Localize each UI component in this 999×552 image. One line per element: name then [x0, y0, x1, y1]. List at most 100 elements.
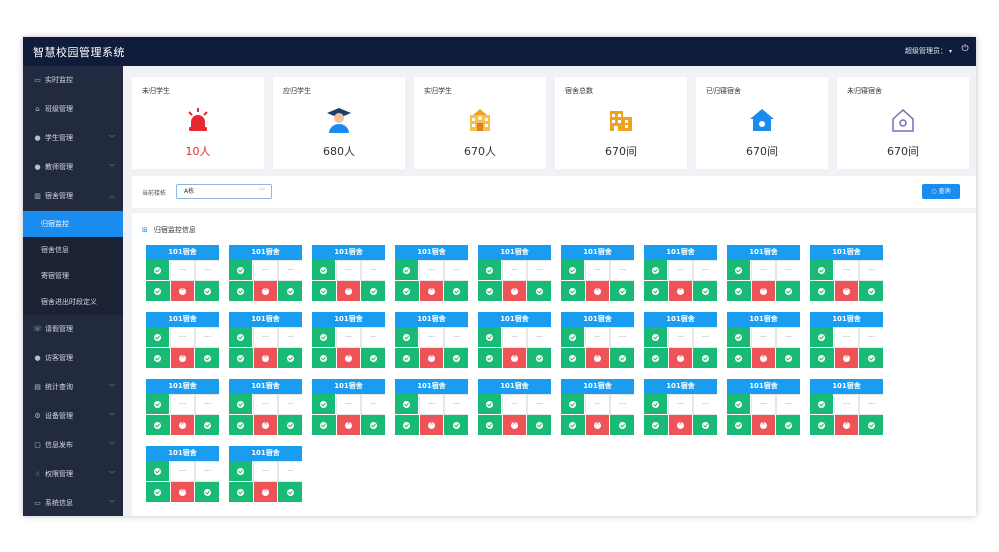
- dorm-card[interactable]: 101宿舍 --- ---: [727, 379, 801, 436]
- cross-icon: [262, 286, 269, 295]
- sidebar-subitem[interactable]: 宿舍信息: [23, 237, 123, 263]
- dorm-card[interactable]: 101宿舍 --- ---: [810, 245, 884, 302]
- bed-row: --- ---: [561, 327, 634, 348]
- bed-empty: ---: [195, 461, 219, 482]
- sidebar-item[interactable]: ☝ 权限管理 ﹀: [23, 460, 123, 489]
- stat-card: 应归学生 680人: [273, 77, 405, 169]
- dorm-card[interactable]: 101宿舍 --- ---: [644, 312, 718, 369]
- bed-present: [810, 281, 835, 302]
- sidebar-item[interactable]: ▢ 信息发布 ﹀: [23, 431, 123, 460]
- bed-row: --- ---: [644, 260, 717, 281]
- dorm-card[interactable]: 101宿舍 --- ---: [146, 245, 220, 302]
- sidebar-item[interactable]: ● 访客管理: [23, 344, 123, 373]
- building-filter-label: 当前楼栋: [142, 190, 167, 197]
- sidebar-item[interactable]: ▭ 实时监控: [23, 66, 123, 95]
- bed-present: [278, 415, 303, 436]
- query-button[interactable]: ○ 查询: [922, 184, 960, 199]
- power-icon[interactable]: ⏻: [960, 44, 970, 54]
- dorm-card[interactable]: 101宿舍 --- ---: [312, 312, 386, 369]
- bed-empty: ---: [170, 260, 195, 281]
- dorm-card[interactable]: 101宿舍 --- ---: [229, 312, 303, 369]
- check-icon: [320, 266, 327, 274]
- chevron-icon: ﹀: [108, 500, 115, 507]
- bed-absent: [502, 348, 528, 369]
- dorm-card[interactable]: 101宿舍 --- ---: [395, 312, 469, 369]
- check-icon: [652, 421, 660, 429]
- dorm-card[interactable]: 101宿舍 --- ---: [146, 379, 220, 436]
- dorm-title: 101宿舍: [727, 312, 800, 327]
- check-icon: [403, 266, 410, 274]
- dorm-card[interactable]: 101宿舍 --- ---: [727, 245, 801, 302]
- bed-empty: ---: [419, 260, 444, 281]
- dorm-card[interactable]: 101宿舍 --- ---: [229, 446, 303, 503]
- dorm-card[interactable]: 101宿舍 --- ---: [644, 245, 718, 302]
- query-button-label: 查询: [938, 188, 951, 195]
- dorm-card[interactable]: 101宿舍 --- ---: [561, 245, 635, 302]
- bed-present: [146, 461, 170, 482]
- cross-icon: [843, 286, 850, 295]
- check-icon: [867, 354, 875, 362]
- bed-present: [810, 415, 835, 436]
- dorm-card[interactable]: 101宿舍 --- ---: [478, 312, 552, 369]
- sidebar-item[interactable]: ▭ 系统信息 ﹀: [23, 489, 123, 516]
- bed-row: --- ---: [395, 260, 468, 281]
- bed-present: [776, 348, 801, 369]
- alarm-icon: [132, 107, 264, 137]
- bed-row: --- ---: [229, 327, 302, 348]
- user-menu[interactable]: 超级管理员： ▾: [905, 46, 952, 56]
- bed-present: [146, 394, 170, 415]
- dorm-card[interactable]: 101宿舍 --- ---: [395, 379, 469, 436]
- chevron-down-icon: ▾: [948, 48, 952, 55]
- dorm-card[interactable]: 101宿舍 --- ---: [478, 245, 552, 302]
- dorm-card[interactable]: 101宿舍 --- ---: [395, 245, 469, 302]
- dorm-card[interactable]: 101宿舍 --- ---: [312, 379, 386, 436]
- dorm-monitor-panel: ⊞归宿监控信息 101宿舍------101宿舍------101宿舍-----…: [132, 213, 976, 516]
- check-icon: [486, 266, 493, 274]
- bed-row: --- ---: [644, 327, 717, 348]
- dorm-card[interactable]: 101宿舍 --- ---: [561, 379, 635, 436]
- check-icon: [452, 354, 460, 362]
- bed-empty: ---: [859, 327, 883, 348]
- building-select[interactable]: A栋 ﹀: [176, 184, 272, 199]
- dorm-card[interactable]: 101宿舍 --- ---: [561, 312, 635, 369]
- sidebar-subitem[interactable]: 归宿监控: [23, 211, 123, 237]
- check-icon: [818, 400, 825, 408]
- stat-label: 应归学生: [283, 87, 311, 95]
- bed-present: [859, 348, 884, 369]
- bed-row: --- ---: [478, 327, 551, 348]
- sidebar-item[interactable]: ● 学生管理 ﹀: [23, 124, 123, 153]
- sidebar-item[interactable]: ⌂ 班级管理: [23, 95, 123, 124]
- dorm-card[interactable]: 101宿舍 --- ---: [644, 379, 718, 436]
- sidebar-item[interactable]: ☏ 请假管理: [23, 315, 123, 344]
- sidebar-item[interactable]: ▤ 统计查询 ﹀: [23, 373, 123, 402]
- monitor-icon: ▭: [34, 76, 41, 84]
- cross-icon: [428, 286, 435, 295]
- dorm-card[interactable]: 101宿舍 --- ---: [727, 312, 801, 369]
- stat-label: 未归寝宿舍: [847, 87, 882, 95]
- dorm-card[interactable]: 101宿舍 --- ---: [312, 245, 386, 302]
- dorm-card[interactable]: 101宿舍 --- ---: [146, 446, 220, 503]
- dorm-card[interactable]: 101宿舍 --- ---: [229, 245, 303, 302]
- check-icon: [154, 400, 161, 408]
- dorm-card[interactable]: 101宿舍 --- ---: [810, 379, 884, 436]
- dorm-card[interactable]: 101宿舍 --- ---: [146, 312, 220, 369]
- sidebar-item[interactable]: ▥ 宿舍管理 ︿: [23, 182, 123, 211]
- dorm-card[interactable]: 101宿舍 --- ---: [229, 379, 303, 436]
- dorm-card[interactable]: 101宿舍 --- ---: [810, 312, 884, 369]
- bed-present: [278, 482, 303, 503]
- sidebar-item[interactable]: ● 教师管理 ﹀: [23, 153, 123, 182]
- sidebar-subitem[interactable]: 寄宿管理: [23, 263, 123, 289]
- sidebar-subitem[interactable]: 宿舍进出时段定义: [23, 289, 123, 315]
- check-icon: [237, 421, 245, 429]
- dorm-card[interactable]: 101宿舍 --- ---: [478, 379, 552, 436]
- bed-row: [478, 348, 552, 369]
- cross-icon: [511, 286, 518, 295]
- bed-present: [478, 348, 503, 369]
- phone-icon: ☏: [33, 325, 42, 333]
- sidebar-item[interactable]: ⚙ 设备管理 ﹀: [23, 402, 123, 431]
- bed-empty: ---: [668, 260, 693, 281]
- bed-present: [561, 260, 585, 281]
- check-icon: [486, 400, 493, 408]
- bed-absent: [253, 281, 279, 302]
- bed-absent: [336, 348, 362, 369]
